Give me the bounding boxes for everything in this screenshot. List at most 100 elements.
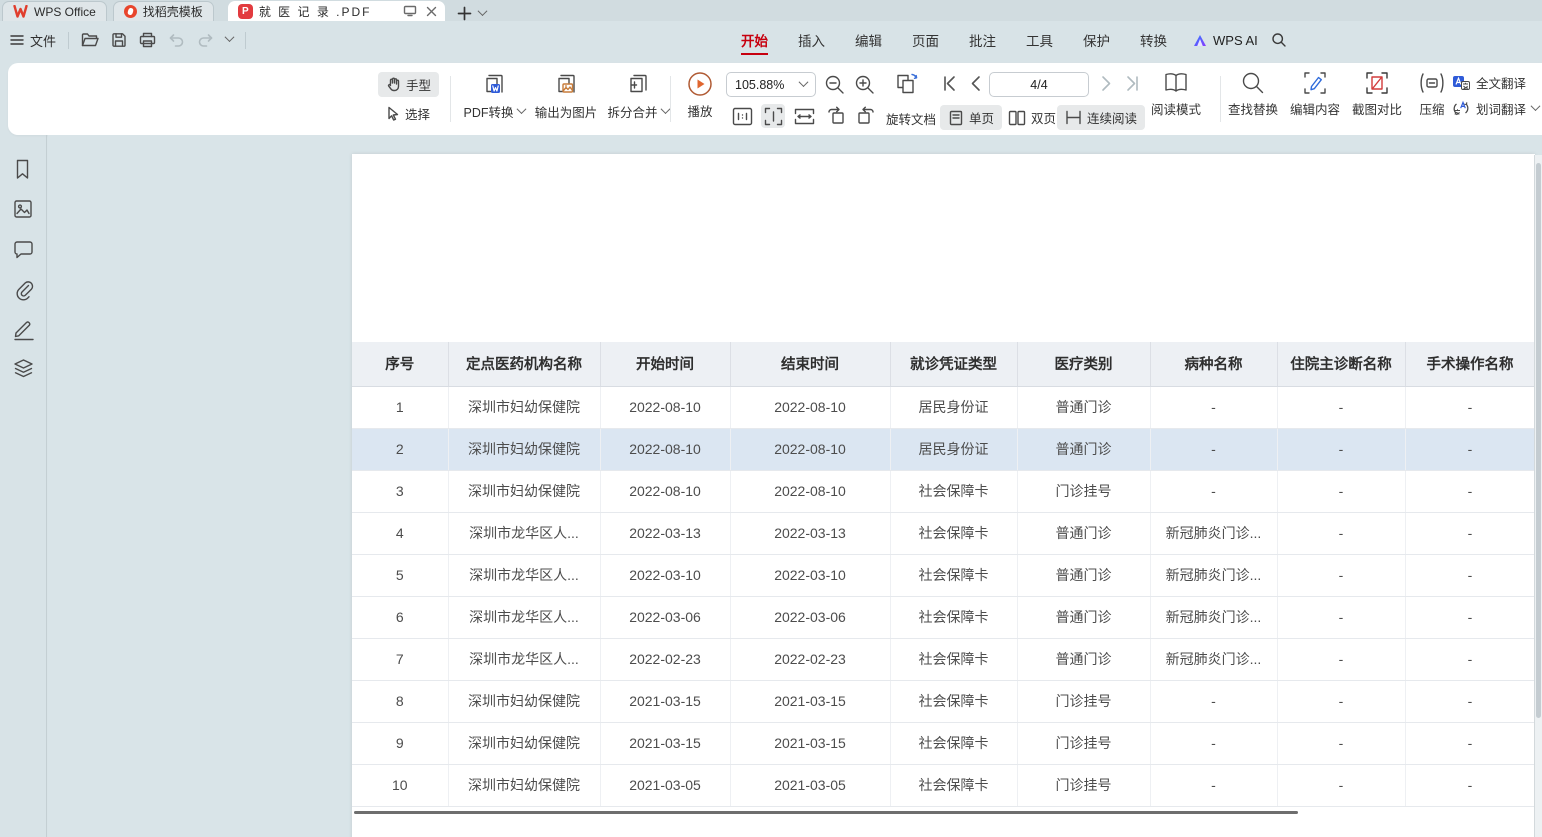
table-row[interactable]: 10深圳市妇幼保健院2021-03-052021-03-05社会保障卡门诊挂号-… — [352, 764, 1535, 806]
table-cell: 新冠肺炎门诊... — [1150, 638, 1277, 680]
new-tab-icon[interactable] — [457, 6, 472, 21]
bookmark-icon[interactable] — [13, 159, 32, 180]
full-translate-button[interactable]: 全文翻译 — [1452, 73, 1539, 92]
vertical-scrollbar[interactable] — [1534, 155, 1542, 837]
find-replace-button[interactable]: 查找替换 — [1222, 71, 1284, 118]
tab-docer-templates[interactable]: 找稻壳模板 — [113, 1, 214, 21]
compress-button[interactable]: 压缩 — [1408, 71, 1456, 118]
menu-tab-page[interactable]: 页面 — [912, 21, 939, 59]
read-mode-button[interactable]: 阅读模式 — [1146, 71, 1206, 118]
close-tab-icon[interactable] — [426, 6, 437, 17]
wps-ai-button[interactable]: WPS AI — [1193, 21, 1258, 59]
table-cell: 2021-03-15 — [730, 680, 890, 722]
menu-tab-tools[interactable]: 工具 — [1026, 21, 1053, 59]
menu-tab-comment[interactable]: 批注 — [969, 21, 996, 59]
hand-tool-label: 手型 — [406, 75, 431, 94]
table-cell: - — [1277, 638, 1405, 680]
menu-tab-edit[interactable]: 编辑 — [855, 21, 882, 59]
save-icon[interactable] — [111, 32, 127, 48]
table-cell: 2022-08-10 — [600, 386, 730, 428]
table-row[interactable]: 4深圳市龙华区人...2022-03-132022-03-13社会保障卡普通门诊… — [352, 512, 1535, 554]
tab-wps-office[interactable]: WPS Office — [2, 1, 107, 21]
play-button[interactable]: 播放 — [672, 71, 728, 120]
thumbnail-icon[interactable] — [13, 199, 33, 219]
open-file-icon[interactable] — [81, 32, 99, 48]
column-header: 就诊凭证类型 — [890, 342, 1017, 386]
actual-size-button[interactable] — [730, 104, 754, 128]
rotate-right-button[interactable] — [856, 106, 876, 125]
table-cell: 普通门诊 — [1017, 554, 1150, 596]
previous-page-button[interactable] — [969, 75, 981, 92]
rotate-left-button[interactable] — [826, 106, 846, 125]
attachment-icon[interactable] — [13, 279, 35, 301]
table-row[interactable]: 3深圳市妇幼保健院2022-08-102022-08-10社会保障卡门诊挂号--… — [352, 470, 1535, 512]
document-viewport[interactable]: 序号定点医药机构名称开始时间结束时间就诊凭证类型医疗类别病种名称住院主诊断名称手… — [48, 135, 1542, 837]
continuous-read-button[interactable]: 连续阅读 — [1057, 105, 1145, 130]
edit-content-button[interactable]: 编辑内容 — [1284, 71, 1346, 118]
table-cell: - — [1150, 470, 1277, 512]
word-translate-button[interactable]: 划词翻译 — [1452, 99, 1539, 118]
undo-icon — [168, 33, 185, 48]
file-menu-button[interactable]: 文件 — [10, 31, 56, 50]
screenshot-compare-button[interactable]: 截图对比 — [1346, 71, 1408, 118]
rotate-document-button[interactable]: 旋转文档 — [886, 109, 936, 128]
page-indicator-input[interactable]: 4/4 — [989, 72, 1089, 97]
single-page-button[interactable]: 单页 — [940, 105, 1002, 130]
split-merge-icon — [626, 71, 651, 98]
export-image-button[interactable]: 输出为图片 — [530, 71, 602, 121]
table-row[interactable]: 1深圳市妇幼保健院2022-08-102022-08-10居民身份证普通门诊--… — [352, 386, 1535, 428]
tab-document-active[interactable]: P 就 医 记 录 .PDF — [228, 1, 446, 21]
table-row[interactable]: 2深圳市妇幼保健院2022-08-102022-08-10居民身份证普通门诊--… — [352, 428, 1535, 470]
table-cell: 深圳市龙华区人... — [448, 554, 600, 596]
zoom-out-button[interactable] — [824, 74, 845, 95]
table-cell: 新冠肺炎门诊... — [1150, 554, 1277, 596]
menu-tab-convert[interactable]: 转换 — [1140, 21, 1167, 59]
comment-icon[interactable] — [13, 240, 34, 259]
monitor-icon[interactable] — [403, 5, 417, 17]
zoom-in-button[interactable] — [854, 74, 875, 95]
quick-access-chevron-icon[interactable] — [225, 32, 235, 42]
menu-tab-home[interactable]: 开始 — [741, 21, 768, 59]
redo-icon — [197, 33, 214, 48]
select-tool-button[interactable]: 选择 — [378, 101, 438, 126]
menu-tab-insert[interactable]: 插入 — [798, 21, 825, 59]
global-search-icon[interactable] — [1271, 32, 1287, 48]
table-row[interactable]: 7深圳市龙华区人...2022-02-232022-02-23社会保障卡普通门诊… — [352, 638, 1535, 680]
double-page-label: 双页 — [1031, 108, 1056, 127]
signature-icon[interactable] — [13, 319, 35, 341]
tab-list-chevron-icon[interactable] — [478, 6, 488, 16]
embedded-horizontal-scrollbar[interactable] — [354, 811, 1298, 814]
hand-tool-button[interactable]: 手型 — [378, 72, 439, 97]
table-row[interactable]: 8深圳市妇幼保健院2021-03-152021-03-15社会保障卡门诊挂号--… — [352, 680, 1535, 722]
print-icon[interactable] — [139, 32, 156, 48]
table-cell: 门诊挂号 — [1017, 764, 1150, 806]
first-page-button[interactable] — [941, 75, 957, 92]
table-cell: 社会保障卡 — [890, 554, 1017, 596]
split-merge-button[interactable]: 拆分合并 — [602, 71, 674, 121]
divider — [245, 32, 246, 49]
pdf-convert-button[interactable]: PDF转换 — [458, 71, 530, 121]
chevron-down-icon — [516, 104, 526, 114]
zoom-level-select[interactable]: 105.88% — [726, 72, 816, 97]
table-body: 1深圳市妇幼保健院2022-08-102022-08-10居民身份证普通门诊--… — [352, 386, 1535, 806]
layers-icon[interactable] — [13, 358, 34, 379]
scrollbar-thumb[interactable] — [1536, 163, 1541, 718]
table-row[interactable]: 5深圳市龙华区人...2022-03-102022-03-10社会保障卡普通门诊… — [352, 554, 1535, 596]
table-cell: 2022-08-10 — [600, 428, 730, 470]
tab-document-title: 就 医 记 录 .PDF — [259, 3, 372, 20]
swap-pages-button[interactable] — [894, 72, 921, 97]
fit-page-button[interactable] — [761, 104, 785, 128]
left-panel-bar — [0, 135, 47, 837]
table-row[interactable]: 9深圳市妇幼保健院2021-03-152021-03-15社会保障卡门诊挂号--… — [352, 722, 1535, 764]
menu-tab-protect[interactable]: 保护 — [1083, 21, 1110, 59]
table-cell: - — [1150, 680, 1277, 722]
table-cell: 新冠肺炎门诊... — [1150, 596, 1277, 638]
translate-a-icon — [1452, 75, 1470, 91]
cursor-icon — [386, 106, 400, 121]
compress-icon — [1419, 71, 1445, 95]
fit-width-button[interactable] — [792, 104, 816, 128]
column-header: 定点医药机构名称 — [448, 342, 600, 386]
table-cell: 2022-03-13 — [600, 512, 730, 554]
window-tab-bar: WPS Office 找稻壳模板 P 就 医 记 录 .PDF — [0, 0, 1542, 21]
table-row[interactable]: 6深圳市龙华区人...2022-03-062022-03-06社会保障卡普通门诊… — [352, 596, 1535, 638]
